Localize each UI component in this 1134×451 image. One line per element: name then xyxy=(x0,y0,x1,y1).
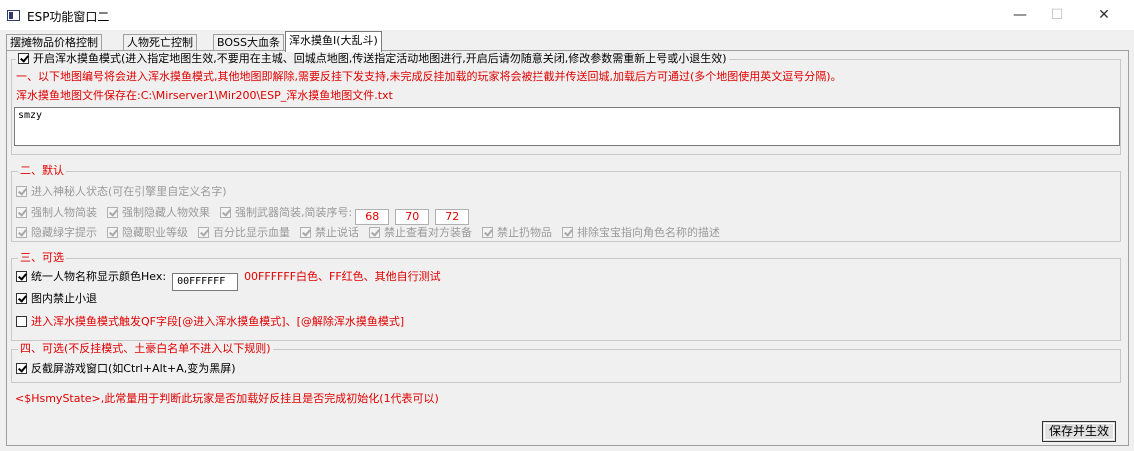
map-note: 一、以下地图编号将会进入浑水摸鱼模式,其他地图即解除,需要反挂下发支持,未完成反… xyxy=(16,70,842,83)
qf-trigger-option[interactable]: 进入浑水摸鱼模式触发QF字段[@进入浑水摸鱼模式]、[@解除浑水摸鱼模式] xyxy=(16,314,404,330)
maximize-button[interactable]: ☐ xyxy=(1034,0,1080,30)
seq-input-2[interactable]: 70 xyxy=(395,209,430,225)
no-logout-option[interactable]: 图内禁止小退 xyxy=(16,291,97,307)
no-drop-checkbox[interactable] xyxy=(482,227,493,238)
no-chat-option[interactable]: 禁止说话 xyxy=(300,225,359,241)
mystery-mode-option[interactable]: 进入神秘人状态(可在引擎里自定义名字) xyxy=(16,184,227,200)
simple-outfit-label: 强制人物简装 xyxy=(31,206,97,219)
hide-job-level-option[interactable]: 隐藏职业等级 xyxy=(107,225,188,241)
no-logout-checkbox[interactable] xyxy=(16,293,27,304)
tab-panel: 开启浑水摸鱼模式(进入指定地图生效,不要用在主城、回城点地图,传送指定活动地图进… xyxy=(6,50,1129,446)
no-drop-option[interactable]: 禁止扔物品 xyxy=(482,225,552,241)
simple-weapon-checkbox[interactable] xyxy=(220,207,231,218)
hide-effects-checkbox[interactable] xyxy=(107,207,118,218)
section-enable-group: 开启浑水摸鱼模式(进入指定地图生效,不要用在主城、回城点地图,传送指定活动地图进… xyxy=(11,52,1121,155)
title-bar: ESP功能窗口二 — ☐ ✕ xyxy=(0,0,1134,30)
window-title: ESP功能窗口二 xyxy=(27,10,110,24)
mystery-mode-label: 进入神秘人状态(可在引擎里自定义名字) xyxy=(31,185,227,198)
state-constant-note: <$HsmyState>,此常量用于判断此玩家是否加载好反挂且是否完成初始化(1… xyxy=(15,392,439,405)
hide-job-level-checkbox[interactable] xyxy=(107,227,118,238)
anti-screenshot-label: 反截屏游戏窗口(如Ctrl+Alt+A,变为黑屏) xyxy=(31,362,236,375)
seq-input-1[interactable]: 68 xyxy=(355,209,390,225)
enable-label: 开启浑水摸鱼模式(进入指定地图生效,不要用在主城、回城点地图,传送指定活动地图进… xyxy=(33,52,727,65)
no-logout-label: 图内禁止小退 xyxy=(31,292,97,305)
simple-weapon-option[interactable]: 强制武器简装,简装序号: xyxy=(220,206,352,219)
no-chat-checkbox[interactable] xyxy=(300,227,311,238)
percent-hp-label: 百分比显示血量 xyxy=(213,226,290,239)
no-drop-label: 禁止扔物品 xyxy=(497,226,552,239)
name-color-row: 统一人物名称显示颜色Hex: 00FFFFFF 00FFFFFF白色、FF红色、其他… xyxy=(16,269,441,291)
name-color-hint: 00FFFFFF白色、FF红色、其他自行测试 xyxy=(244,270,441,283)
seq-input-3[interactable]: 72 xyxy=(435,209,470,225)
hide-green-text-label: 隐藏绿字提示 xyxy=(31,226,97,239)
optional-legend: 三、可选 xyxy=(18,251,66,265)
close-button[interactable]: ✕ xyxy=(1081,0,1127,30)
tab-stall-price[interactable]: 摆摊物品价格控制 xyxy=(6,34,102,51)
tab-chaos-mode[interactable]: 浑水摸鱼I(大乱斗) xyxy=(285,31,382,52)
mystery-mode-checkbox[interactable] xyxy=(16,186,27,197)
hide-green-text-option[interactable]: 隐藏绿字提示 xyxy=(16,225,97,241)
default-row-3: 隐藏绿字提示 隐藏职业等级 百分比显示血量 禁止说话 禁止查看对方装备 禁止扔物品 排除宝宝… xyxy=(16,225,730,241)
enable-checkbox[interactable] xyxy=(18,53,29,64)
anti-screenshot-checkbox[interactable] xyxy=(16,363,27,374)
enable-checkbox-row[interactable]: 开启浑水摸鱼模式(进入指定地图生效,不要用在主城、回城点地图,传送指定活动地图进… xyxy=(16,52,729,66)
default-row-2: 强制人物简装 强制隐藏人物效果 强制武器简装,简装序号: 68 70 72 xyxy=(16,205,472,225)
anti-screenshot-option[interactable]: 反截屏游戏窗口(如Ctrl+Alt+A,变为黑屏) xyxy=(16,361,236,377)
hide-job-level-label: 隐藏职业等级 xyxy=(122,226,188,239)
name-color-option[interactable]: 统一人物名称显示颜色Hex: xyxy=(16,270,166,283)
section-default-group: 二、默认 进入神秘人状态(可在引擎里自定义名字) 强制人物简装 强制隐藏人物效果强… xyxy=(11,164,1121,242)
name-color-checkbox[interactable] xyxy=(16,271,27,282)
no-chat-label: 禁止说话 xyxy=(315,226,359,239)
no-view-equip-checkbox[interactable] xyxy=(369,227,380,238)
simple-outfit-option[interactable]: 强制人物简装 xyxy=(16,205,97,221)
no-view-equip-option[interactable]: 禁止查看对方装备 xyxy=(369,225,472,241)
no-anti-legend: 四、可选(不反挂模式、土豪白名单不进入以下规则) xyxy=(18,342,273,356)
map-file-path: 浑水摸鱼地图文件保存在:C:\Mirserver1\Mir200\ESP_浑水摸… xyxy=(16,89,393,102)
section-optional-group: 三、可选 统一人物名称显示颜色Hex: 00FFFFFF 00FFFFFF白色、FF… xyxy=(11,251,1121,341)
exclude-pet-desc-checkbox[interactable] xyxy=(562,227,573,238)
qf-trigger-label: 进入浑水摸鱼模式触发QF字段[@进入浑水摸鱼模式]、[@解除浑水摸鱼模式] xyxy=(31,315,405,328)
simple-outfit-checkbox[interactable] xyxy=(16,207,27,218)
simple-weapon-label: 强制武器简装,简装序号: xyxy=(235,206,353,219)
map-list-textarea[interactable]: smzy xyxy=(14,107,1120,146)
hide-green-text-checkbox[interactable] xyxy=(16,227,27,238)
tab-death-control[interactable]: 人物死亡控制 xyxy=(123,34,197,51)
exclude-pet-desc-label: 排除宝宝指向角色名称的描述 xyxy=(577,226,720,239)
save-button[interactable]: 保存并生效 xyxy=(1042,421,1116,442)
name-color-label: 统一人物名称显示颜色Hex: xyxy=(31,270,167,283)
percent-hp-option[interactable]: 百分比显示血量 xyxy=(198,225,290,241)
app-icon xyxy=(7,10,20,21)
tab-boss-bar[interactable]: BOSS大血条 xyxy=(213,34,284,51)
section-no-anti-group: 四、可选(不反挂模式、土豪白名单不进入以下规则) 反截屏游戏窗口(如Ctrl+A… xyxy=(11,342,1121,383)
no-view-equip-label: 禁止查看对方装备 xyxy=(384,226,472,239)
qf-trigger-checkbox[interactable] xyxy=(16,316,27,327)
default-row-1: 进入神秘人状态(可在引擎里自定义名字) xyxy=(16,184,237,200)
percent-hp-checkbox[interactable] xyxy=(198,227,209,238)
default-legend: 二、默认 xyxy=(18,164,66,178)
name-color-input[interactable]: 00FFFFFF xyxy=(172,273,239,291)
hide-effects-label: 强制隐藏人物效果 xyxy=(122,206,210,219)
hide-effects-option[interactable]: 强制隐藏人物效果 xyxy=(107,205,210,221)
exclude-pet-desc-option[interactable]: 排除宝宝指向角色名称的描述 xyxy=(562,225,720,241)
